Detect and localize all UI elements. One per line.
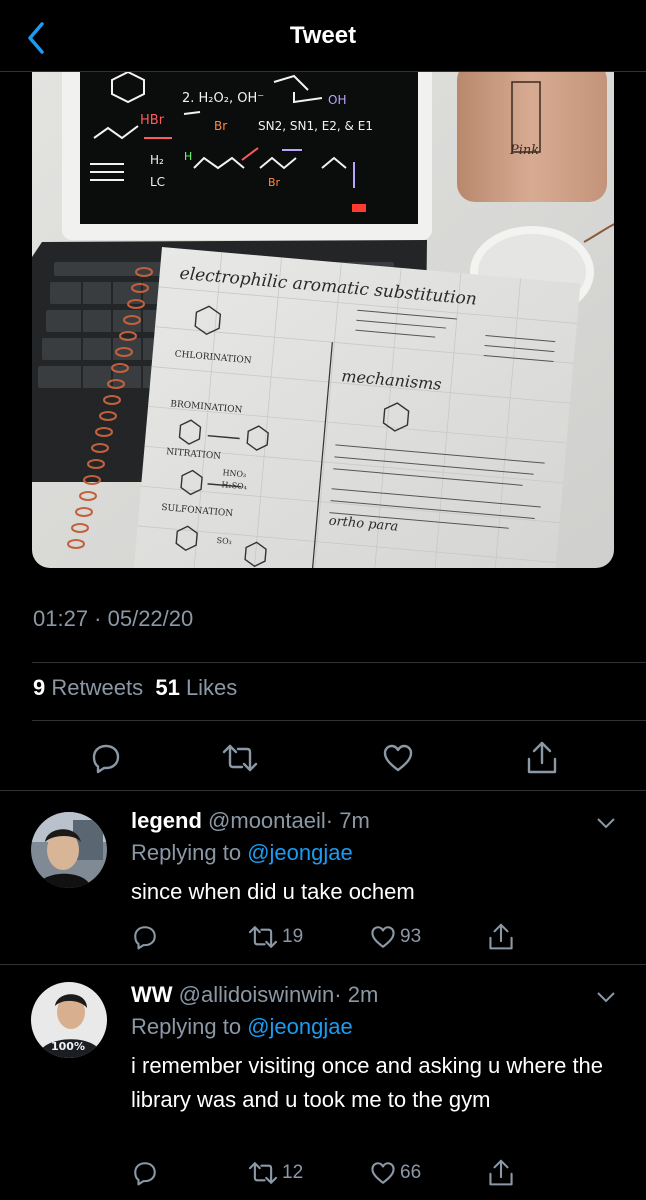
tweet-action-bar <box>0 736 646 780</box>
svg-text:SO₃: SO₃ <box>216 536 232 546</box>
retweet-icon <box>248 926 278 948</box>
reply-icon <box>134 1162 156 1186</box>
like-button[interactable]: 93 <box>370 922 421 952</box>
username[interactable]: @moontaeil <box>208 808 326 833</box>
reply-icon <box>92 744 120 774</box>
share-button[interactable] <box>488 922 514 952</box>
reply-header: WW @allidoiswinwin· 2m <box>131 982 378 1008</box>
display-name[interactable]: legend <box>131 808 202 833</box>
iced-drink-cup <box>457 72 607 202</box>
like-button[interactable]: 66 <box>370 1158 421 1188</box>
heart-icon <box>383 744 413 772</box>
username[interactable]: @allidoiswinwin <box>179 982 335 1007</box>
share-button[interactable] <box>488 1158 514 1188</box>
tweet-stats: 9 Retweets 51 Likes <box>33 675 237 701</box>
svg-text:H: H <box>184 150 192 163</box>
tweet-photo[interactable]: 2. H₂O₂, OH⁻ OH HBr Br SN2, SN1, E2, & E… <box>32 72 614 568</box>
replying-to: Replying to @jeongjae <box>131 1014 353 1039</box>
svg-text:Pink: Pink <box>509 143 539 158</box>
reply-time: · 7m <box>325 808 370 833</box>
reply-button[interactable] <box>132 1158 158 1188</box>
avatar[interactable] <box>31 812 107 888</box>
svg-text:SN2, SN1, E2, & E1: SN2, SN1, E2, & E1 <box>258 119 373 133</box>
likes-label[interactable]: Likes <box>186 675 237 700</box>
reply-icon <box>134 926 156 950</box>
reply-time: · 2m <box>334 982 379 1007</box>
reply-tweet[interactable]: 100% WW @allidoiswinwin· 2m Replying to … <box>0 964 646 1200</box>
page-title: Tweet <box>289 22 357 49</box>
share-icon <box>527 741 557 774</box>
replying-to-handle[interactable]: @jeongjae <box>247 1014 353 1039</box>
reply-header: legend @moontaeil· 7m <box>131 808 370 834</box>
svg-text:H₂: H₂ <box>150 153 164 167</box>
retweet-button[interactable] <box>218 736 262 780</box>
reply-text: since when did u take ochem <box>131 879 415 904</box>
retweet-icon <box>248 1162 278 1184</box>
svg-text:LC: LC <box>150 175 165 189</box>
share-button[interactable] <box>520 736 564 780</box>
retweet-button[interactable]: 19 <box>248 922 303 952</box>
svg-text:OH: OH <box>328 93 346 107</box>
avatar[interactable]: 100% <box>31 982 107 1058</box>
svg-text:Br: Br <box>214 119 227 133</box>
svg-text:Br: Br <box>268 176 281 189</box>
replying-to: Replying to @jeongjae <box>131 840 353 865</box>
top-navigation-bar: Tweet <box>0 0 646 72</box>
chemistry-notebook: electrophilic aromatic substitution CHLO… <box>133 247 581 568</box>
chevron-down-icon[interactable] <box>596 990 616 1004</box>
reply-button[interactable] <box>84 736 128 780</box>
heart-icon <box>371 1162 395 1184</box>
divider <box>32 662 646 663</box>
retweet-icon <box>222 744 258 772</box>
display-name[interactable]: WW <box>131 982 173 1007</box>
retweet-count[interactable]: 9 <box>33 675 45 700</box>
like-count: 66 <box>400 1162 422 1183</box>
like-count[interactable]: 51 <box>155 675 179 700</box>
share-icon <box>489 1159 513 1186</box>
share-icon <box>489 923 513 950</box>
like-count: 93 <box>400 926 422 947</box>
retweet-count: 19 <box>282 926 304 947</box>
reply-tweet[interactable]: legend @moontaeil· 7m Replying to @jeong… <box>0 790 646 964</box>
chevron-down-icon[interactable] <box>596 816 616 830</box>
svg-text:HBr: HBr <box>140 113 165 128</box>
replying-to-handle[interactable]: @jeongjae <box>247 840 353 865</box>
retweet-count: 12 <box>282 1162 304 1183</box>
reply-button[interactable] <box>132 922 158 952</box>
like-button[interactable] <box>376 736 420 780</box>
heart-icon <box>371 926 395 948</box>
tweet-timestamp: 01:27 · 05/22/20 <box>33 606 194 631</box>
retweet-button[interactable]: 12 <box>248 1158 303 1188</box>
reply-text: i remember visiting once and asking u wh… <box>131 1053 604 1112</box>
svg-text:2. H₂O₂, OH⁻: 2. H₂O₂, OH⁻ <box>182 91 264 106</box>
retweets-label[interactable]: Retweets <box>51 675 143 700</box>
svg-text:100%: 100% <box>51 1040 85 1053</box>
divider <box>32 720 646 721</box>
